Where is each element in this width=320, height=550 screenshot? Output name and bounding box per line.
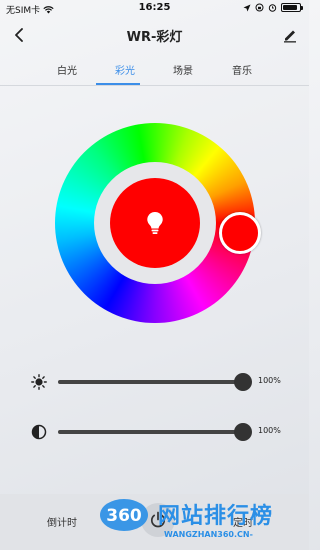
tab-color-light[interactable]: 彩光 bbox=[105, 62, 145, 77]
saturation-slider-row: 100% bbox=[30, 420, 290, 444]
saturation-value: 100% bbox=[258, 426, 281, 435]
sun-icon bbox=[30, 373, 48, 391]
status-bar: 无SIM卡 16:25 bbox=[0, 0, 309, 16]
brightness-slider-thumb[interactable] bbox=[234, 373, 252, 391]
brightness-slider-row: 100% bbox=[30, 370, 290, 394]
saturation-slider[interactable] bbox=[58, 423, 252, 441]
lock-rotation-icon bbox=[255, 3, 264, 12]
countdown-button[interactable]: 倒计时 bbox=[47, 514, 77, 529]
tab-bar: 白光 彩光 场景 音乐 bbox=[0, 56, 309, 86]
header: WR-彩灯 bbox=[0, 22, 309, 48]
saturation-slider-thumb[interactable] bbox=[234, 423, 252, 441]
tab-music[interactable]: 音乐 bbox=[222, 62, 262, 77]
tab-white-light[interactable]: 白光 bbox=[47, 62, 87, 77]
contrast-icon bbox=[30, 423, 48, 441]
alarm-icon bbox=[268, 4, 277, 12]
battery-icon bbox=[281, 3, 303, 12]
status-right bbox=[243, 3, 303, 12]
page-title: WR-彩灯 bbox=[126, 30, 183, 45]
power-icon bbox=[150, 511, 166, 528]
brightness-value: 100% bbox=[258, 376, 281, 385]
color-wheel[interactable] bbox=[55, 123, 261, 323]
location-icon bbox=[243, 4, 251, 11]
tab-scene[interactable]: 场景 bbox=[163, 62, 203, 77]
color-wheel-area bbox=[55, 123, 261, 323]
selected-color-swatch[interactable] bbox=[110, 178, 200, 268]
edit-button[interactable] bbox=[279, 24, 301, 46]
brightness-slider[interactable] bbox=[58, 373, 252, 391]
pencil-icon bbox=[284, 30, 296, 43]
color-wheel-handle[interactable] bbox=[219, 212, 261, 254]
bulb-icon bbox=[147, 211, 163, 234]
timer-button[interactable]: 定时 bbox=[233, 514, 253, 529]
battery-fill bbox=[283, 5, 297, 10]
active-tab-indicator bbox=[96, 83, 140, 85]
power-button[interactable] bbox=[141, 503, 175, 537]
bottom-bar: 倒计时 定时 bbox=[0, 494, 309, 550]
